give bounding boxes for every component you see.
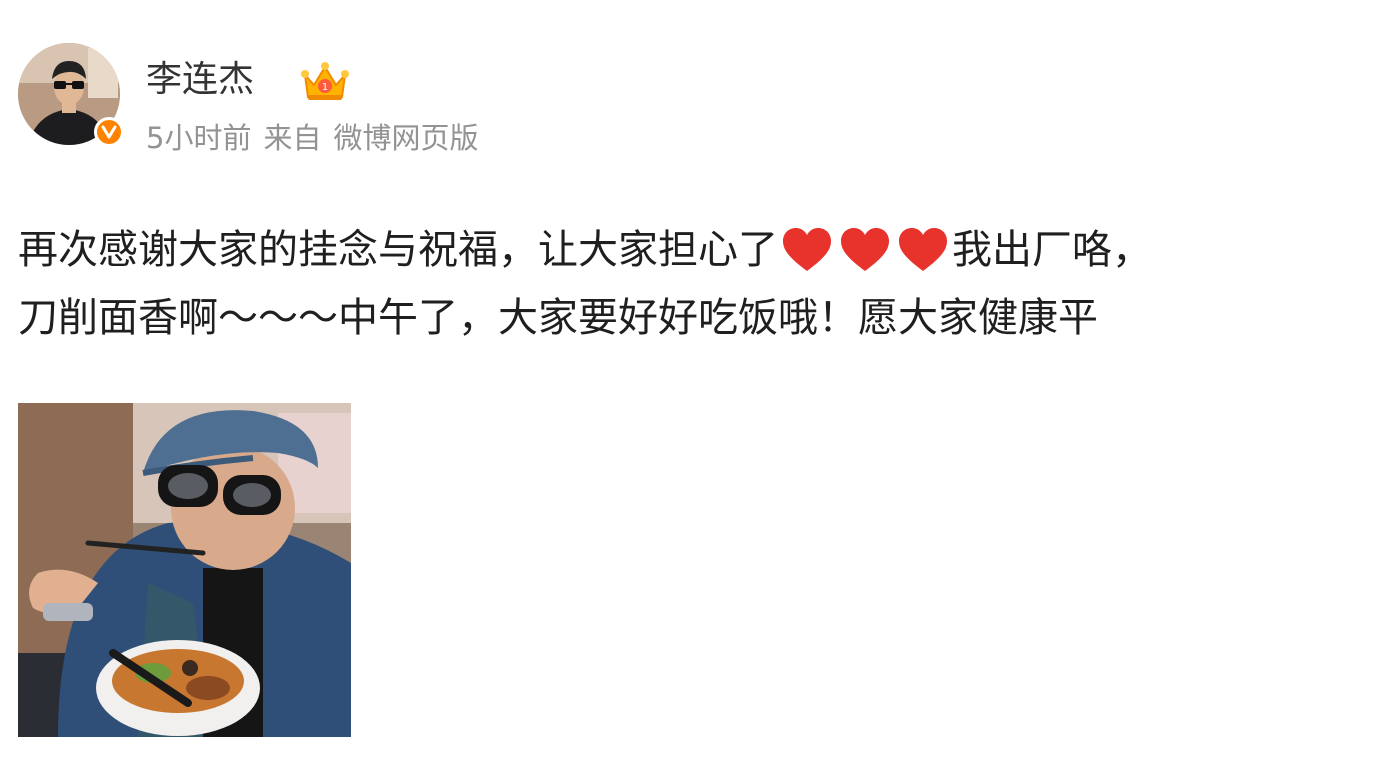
post-image[interactable] <box>18 403 351 737</box>
post-meta: 5小时前 来自 微博网页版 <box>146 116 490 160</box>
source-prefix: 来自 <box>263 121 322 155</box>
post-source[interactable]: 微博网页版 <box>333 121 478 155</box>
svg-text:1: 1 <box>322 82 328 93</box>
post-text-line-2: 刀削面香啊～～～中午了，大家要好好吃饭哦！愿大家健康平 <box>18 295 1098 341</box>
heart-icon <box>783 228 831 271</box>
heart-icon <box>899 228 947 271</box>
photo-man-eating-noodles <box>18 403 351 737</box>
weibo-post: 李连杰 1 5小时前 来自 微博网页版 再次感谢大家的挂念与祝福，让大家担心了 我出… <box>0 0 1390 780</box>
author-avatar[interactable] <box>18 43 124 147</box>
verified-badge-icon <box>94 117 124 147</box>
post-time[interactable]: 5小时前 <box>146 121 251 155</box>
post-text: 再次感谢大家的挂念与祝福，让大家担心了 我出厂咯， 刀削面香啊～～～中午了，大家… <box>18 216 1390 352</box>
crown-icon[interactable]: 1 <box>300 57 350 105</box>
heart-icon <box>841 228 889 271</box>
post-text-line-1: 再次感谢大家的挂念与祝福，让大家担心了 我出厂咯， <box>18 216 1390 284</box>
post-text-part-2: 我出厂咯， <box>952 227 1152 273</box>
post-text-part-1: 再次感谢大家的挂念与祝福，让大家担心了 <box>18 227 778 273</box>
author-name[interactable]: 李连杰 <box>146 54 254 106</box>
